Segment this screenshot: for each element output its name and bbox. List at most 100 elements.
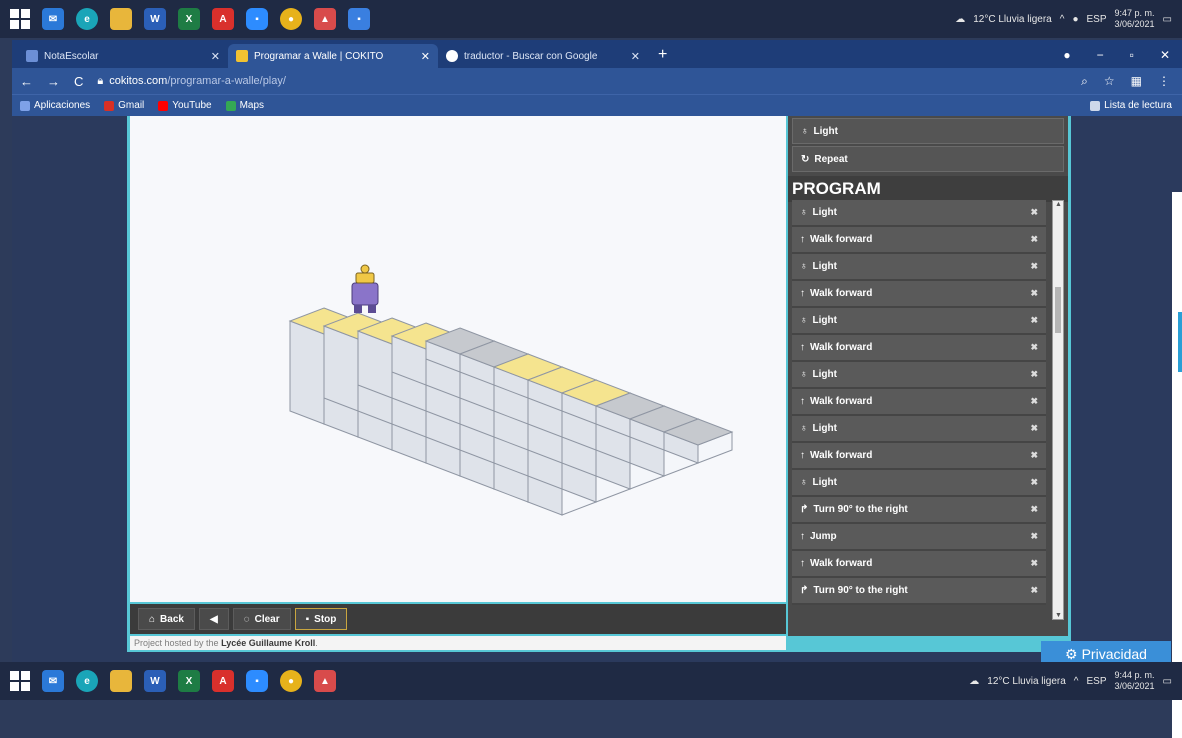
program-item[interactable]: ↑ Jump ✖ xyxy=(792,524,1046,551)
file-explorer-icon[interactable] xyxy=(110,670,132,692)
delete-icon[interactable]: ✖ xyxy=(1030,369,1038,380)
palette-light[interactable]: ♁ Light xyxy=(792,118,1064,144)
word-icon[interactable]: W xyxy=(144,670,166,692)
clock[interactable]: 9:47 p. m. 3/06/2021 xyxy=(1115,8,1155,30)
program-item[interactable]: ↱ Turn 90° to the right ✖ xyxy=(792,497,1046,524)
clear-button[interactable]: ◌ Clear xyxy=(232,608,291,630)
windows-start-icon[interactable] xyxy=(10,671,30,691)
program-item[interactable]: ♁ Light ✖ xyxy=(792,362,1046,389)
url-field[interactable]: 🔒︎ cokitos.com/programar-a-walle/play/ xyxy=(97,71,1067,91)
back-button[interactable]: ⌂ Back xyxy=(138,608,195,630)
scroll-thumb[interactable] xyxy=(1055,287,1061,333)
delete-icon[interactable]: ✖ xyxy=(1030,585,1038,596)
maps-icon xyxy=(225,100,236,111)
clock[interactable]: 9:44 p. m. 3/06/2021 xyxy=(1115,670,1155,692)
bookmark-maps[interactable]: Maps xyxy=(225,100,264,111)
program-scrollbar[interactable]: ▲ ▼ xyxy=(1052,200,1064,620)
delete-icon[interactable]: ✖ xyxy=(1030,477,1038,488)
delete-icon[interactable]: ✖ xyxy=(1030,207,1038,218)
delete-icon[interactable]: ✖ xyxy=(1030,450,1038,461)
delete-icon[interactable]: ✖ xyxy=(1030,288,1038,299)
tab-walle[interactable]: Programar a Walle | COKITO ✕ xyxy=(228,44,438,68)
app2-icon[interactable]: ▪ xyxy=(348,8,370,30)
close-icon[interactable]: ✕ xyxy=(631,50,640,63)
bookmark-apps[interactable]: Aplicaciones xyxy=(20,100,90,111)
program-item[interactable]: ↑ Walk forward ✖ xyxy=(792,281,1046,308)
app-icon[interactable]: ▲ xyxy=(314,8,336,30)
chrome-icon[interactable]: ● xyxy=(280,8,302,30)
scroll-up-icon[interactable]: ▲ xyxy=(1055,201,1062,208)
program-item-label: Walk forward xyxy=(810,450,873,461)
bookmark-youtube[interactable]: YouTube xyxy=(158,100,212,111)
forward-arrow-icon[interactable]: → xyxy=(47,74,60,89)
zoom-icon[interactable]: ▪ xyxy=(246,8,268,30)
program-item[interactable]: ↑ Walk forward ✖ xyxy=(792,227,1046,254)
lang-indicator[interactable]: ESP xyxy=(1086,676,1106,687)
close-icon[interactable]: ✕ xyxy=(211,50,220,63)
app-icon[interactable]: ▲ xyxy=(314,670,336,692)
program-item[interactable]: ♁ Light ✖ xyxy=(792,470,1046,497)
maximize-icon[interactable]: ▫ xyxy=(1130,48,1134,62)
tab-traductor[interactable]: traductor - Buscar con Google ✕ xyxy=(438,44,648,68)
program-item-label: Walk forward xyxy=(810,558,873,569)
footer-org-link[interactable]: Lycée Guillaume Kroll xyxy=(221,638,315,648)
program-item[interactable]: ↑ Walk forward ✖ xyxy=(792,443,1046,470)
bulb-icon: ♁ xyxy=(801,125,809,137)
bookmark-gmail[interactable]: Gmail xyxy=(104,100,144,111)
program-item[interactable]: ♁ Light ✖ xyxy=(792,254,1046,281)
delete-icon[interactable]: ✖ xyxy=(1030,558,1038,569)
tab-notaescolar[interactable]: NotaEscolar ✕ xyxy=(18,44,228,68)
delete-icon[interactable]: ✖ xyxy=(1030,396,1038,407)
notification-icon[interactable]: ▭ xyxy=(1163,14,1172,25)
close-icon[interactable]: ✕ xyxy=(421,50,430,63)
windows-start-icon[interactable] xyxy=(10,9,30,29)
palette-repeat[interactable]: ↻ Repeat xyxy=(792,146,1064,172)
scroll-down-icon[interactable]: ▼ xyxy=(1055,612,1062,619)
star-icon[interactable]: ☆ xyxy=(1104,74,1115,89)
zoom-icon[interactable]: ⌕ xyxy=(1081,74,1088,89)
close-window-icon[interactable]: ✕ xyxy=(1160,48,1170,62)
edge-icon[interactable]: e xyxy=(76,8,98,30)
word-icon[interactable]: W xyxy=(144,8,166,30)
delete-icon[interactable]: ✖ xyxy=(1030,504,1038,515)
delete-icon[interactable]: ✖ xyxy=(1030,342,1038,353)
excel-icon[interactable]: X xyxy=(178,670,200,692)
new-tab-button[interactable]: + xyxy=(648,46,677,68)
program-item[interactable]: ↑ Walk forward ✖ xyxy=(792,551,1046,578)
mail-icon[interactable]: ✉ xyxy=(42,670,64,692)
zoom-icon[interactable]: ▪ xyxy=(246,670,268,692)
reading-list[interactable]: Lista de lectura xyxy=(1090,100,1182,111)
chevron-up-icon[interactable]: ^ xyxy=(1074,676,1079,687)
program-item[interactable]: ♁ Light ✖ xyxy=(792,416,1046,443)
mail-icon[interactable]: ✉ xyxy=(42,8,64,30)
menu-icon[interactable]: ⋮ xyxy=(1158,74,1170,89)
lang-indicator[interactable]: ESP xyxy=(1086,14,1106,25)
profile-icon[interactable]: ● xyxy=(1063,48,1070,62)
acrobat-icon[interactable]: A xyxy=(212,8,234,30)
program-item[interactable]: ♁ Light ✖ xyxy=(792,200,1046,227)
notification-icon[interactable]: ▭ xyxy=(1163,676,1172,687)
program-item[interactable]: ↱ Turn 90° to the right ✖ xyxy=(792,578,1046,605)
program-list[interactable]: ♁ Light ✖ ↑ Walk forward ✖ ♁ Light ✖ ↑ Walk forwar… xyxy=(788,200,1050,636)
program-item[interactable]: ↑ Walk forward ✖ xyxy=(792,389,1046,416)
program-item[interactable]: ♁ Light ✖ xyxy=(792,308,1046,335)
extension-icon[interactable]: ▦ xyxy=(1131,74,1142,89)
acrobat-icon[interactable]: A xyxy=(212,670,234,692)
program-item[interactable]: ↑ Walk forward ✖ xyxy=(792,335,1046,362)
delete-icon[interactable]: ✖ xyxy=(1030,261,1038,272)
delete-icon[interactable]: ✖ xyxy=(1030,423,1038,434)
mic-icon[interactable]: ● xyxy=(1072,14,1078,25)
chevron-up-icon[interactable]: ^ xyxy=(1060,14,1065,25)
stop-button[interactable]: ▪ Stop xyxy=(294,608,348,630)
sound-button[interactable]: ◀ xyxy=(198,608,229,630)
back-arrow-icon[interactable]: ← xyxy=(20,74,33,89)
delete-icon[interactable]: ✖ xyxy=(1030,531,1038,542)
reload-icon[interactable]: C xyxy=(74,74,83,89)
excel-icon[interactable]: X xyxy=(178,8,200,30)
chrome-icon[interactable]: ● xyxy=(280,670,302,692)
file-explorer-icon[interactable] xyxy=(110,8,132,30)
minimize-icon[interactable]: − xyxy=(1097,48,1104,62)
delete-icon[interactable]: ✖ xyxy=(1030,234,1038,245)
delete-icon[interactable]: ✖ xyxy=(1030,315,1038,326)
edge-icon[interactable]: e xyxy=(76,670,98,692)
